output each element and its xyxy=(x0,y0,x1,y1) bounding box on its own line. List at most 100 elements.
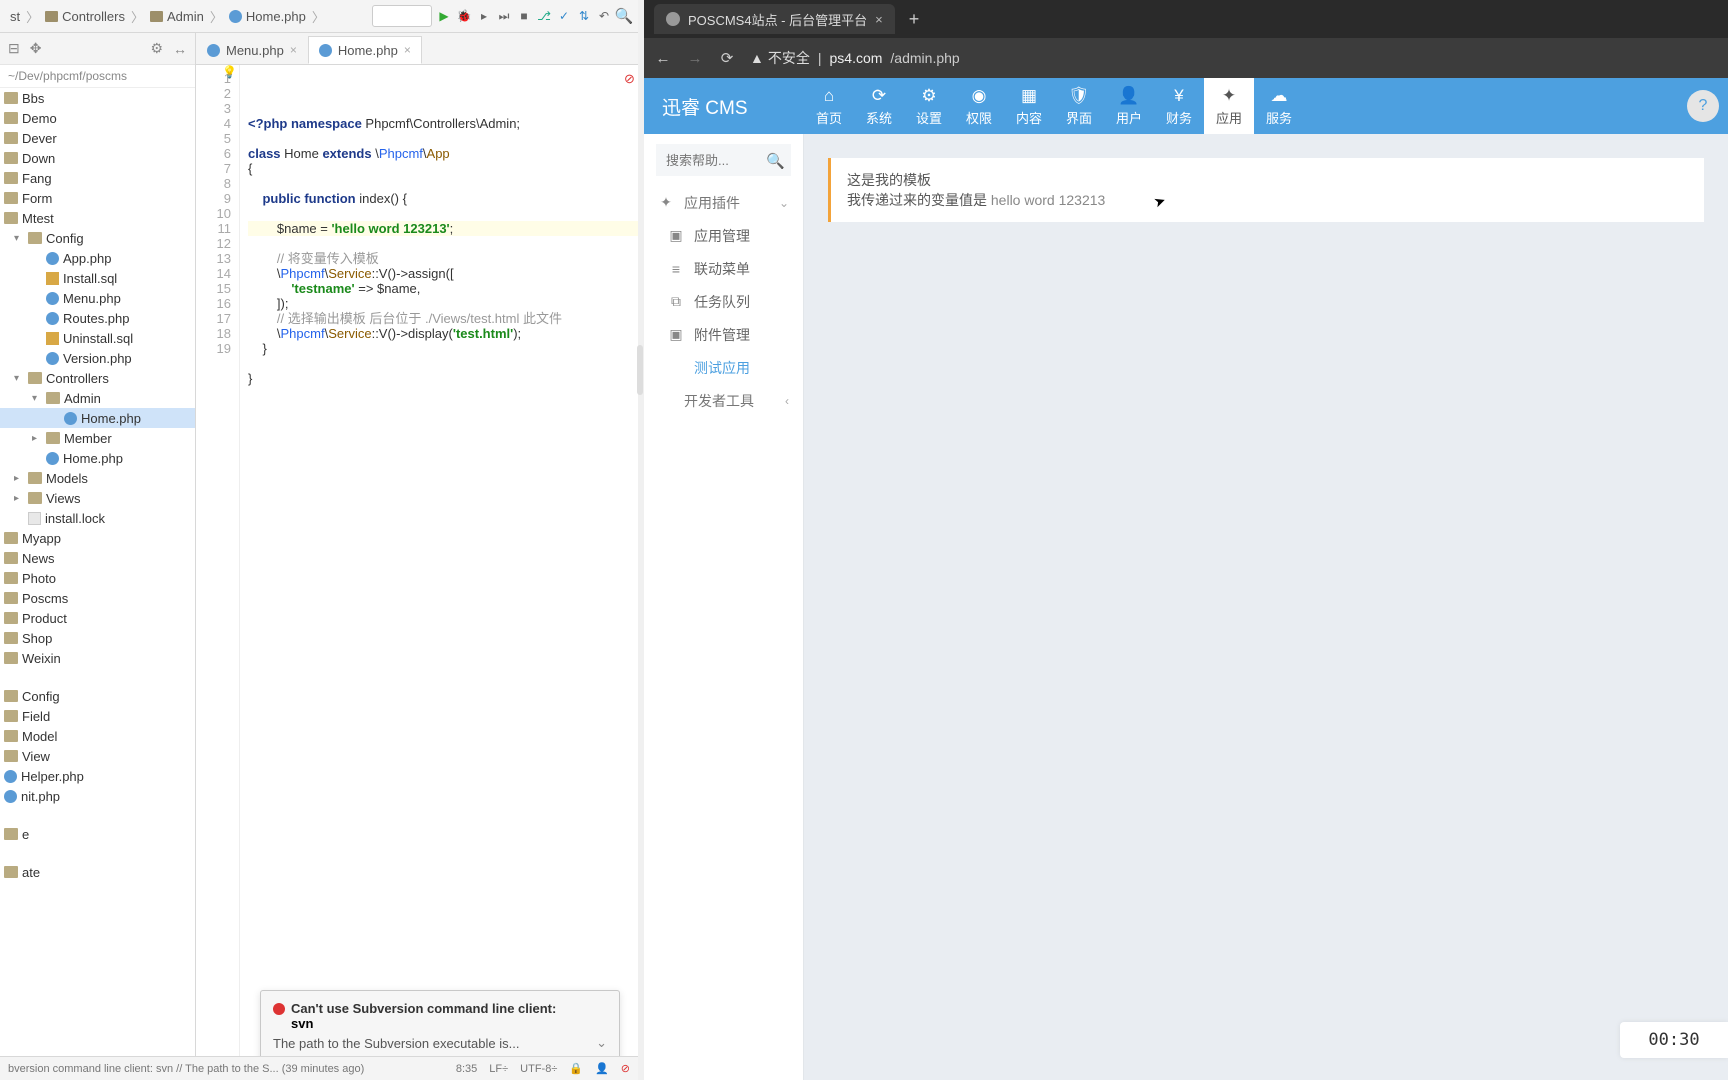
encoding[interactable]: UTF-8÷ xyxy=(520,1063,557,1075)
tree-folder[interactable]: Poscms xyxy=(0,588,195,608)
top-menu-item[interactable]: ⟳系统 xyxy=(854,78,904,134)
tree-file[interactable]: Home.php xyxy=(0,408,195,428)
tree-folder[interactable]: ▾Admin xyxy=(0,388,195,408)
coverage-icon[interactable]: ▸ xyxy=(476,8,492,24)
tree-folder[interactable]: Product xyxy=(0,608,195,628)
breadcrumb-item[interactable]: Home.php xyxy=(225,9,310,24)
collapse-icon[interactable]: ⊟ xyxy=(8,40,20,57)
undo-icon[interactable]: ↶ xyxy=(596,8,612,24)
tree-file[interactable]: Version.php xyxy=(0,348,195,368)
code-content[interactable]: ⊘ <?php namespace Phpcmf\Controllers\Adm… xyxy=(240,65,638,1056)
tree-folder[interactable]: Shop xyxy=(0,628,195,648)
top-menu-item[interactable]: ◉权限 xyxy=(954,78,1004,134)
split-handle[interactable] xyxy=(636,110,644,630)
lock-icon[interactable]: 🔒 xyxy=(569,1062,583,1075)
tree-folder[interactable]: Model xyxy=(0,726,195,746)
tree-folder[interactable]: Mtest xyxy=(0,208,195,228)
cursor-position[interactable]: 8:35 xyxy=(456,1063,477,1075)
close-icon[interactable]: × xyxy=(404,43,411,57)
tree-file[interactable]: install.lock xyxy=(0,508,195,528)
tree-folder[interactable]: Myapp xyxy=(0,528,195,548)
close-icon[interactable]: × xyxy=(290,43,297,57)
update-icon[interactable]: ✓ xyxy=(556,8,572,24)
tree-file[interactable]: Routes.php xyxy=(0,308,195,328)
new-tab-button[interactable]: + xyxy=(901,9,928,30)
tree-folder[interactable]: ate xyxy=(0,862,195,882)
sidebar-item[interactable]: ▣附件管理 xyxy=(644,318,803,351)
tree-folder[interactable]: e xyxy=(0,824,195,844)
reload-button[interactable]: ⟳ xyxy=(718,49,736,67)
tree-file[interactable]: Home.php xyxy=(0,448,195,468)
close-icon[interactable]: × xyxy=(875,12,883,27)
diff-icon[interactable]: ⇅ xyxy=(576,8,592,24)
tree-file[interactable]: Helper.php xyxy=(0,766,195,786)
vcs-icon[interactable]: ⎇ xyxy=(536,8,552,24)
breadcrumb-item[interactable]: Admin xyxy=(146,9,208,24)
tree-file[interactable]: Menu.php xyxy=(0,288,195,308)
tree-folder[interactable]: ▸Member xyxy=(0,428,195,448)
tree-folder[interactable]: Down xyxy=(0,148,195,168)
tree-file[interactable]: nit.php xyxy=(0,786,195,806)
tree-folder[interactable]: Bbs xyxy=(0,88,195,108)
editor-tab[interactable]: Menu.php × xyxy=(196,36,308,64)
error-indicator-icon[interactable]: ⊘ xyxy=(624,71,634,81)
top-menu-item[interactable]: 👤用户 xyxy=(1104,78,1154,134)
top-menu-item[interactable]: ¥财务 xyxy=(1154,78,1204,134)
top-menu-item[interactable]: ☁服务 xyxy=(1254,78,1304,134)
top-menu-item[interactable]: ✦应用 xyxy=(1204,78,1254,134)
run-icon[interactable]: ▶ xyxy=(436,8,452,24)
top-menu-item[interactable]: 🛡界面 xyxy=(1054,78,1104,134)
tree-folder[interactable]: Field xyxy=(0,706,195,726)
tree-file[interactable]: App.php xyxy=(0,248,195,268)
tree-folder[interactable]: ▾Controllers xyxy=(0,368,195,388)
tree-folder[interactable]: Photo xyxy=(0,568,195,588)
search-icon[interactable]: 🔍 xyxy=(766,152,785,170)
svn-warning-popup[interactable]: Can't use Subversion command line client… xyxy=(260,990,620,1062)
run-config-select[interactable] xyxy=(372,5,432,27)
code-area[interactable]: 12345678910111213141516171819 ⊘ <?php na… xyxy=(196,65,638,1056)
tree-folder[interactable]: View xyxy=(0,746,195,766)
stop-icon[interactable]: ■ xyxy=(516,8,532,24)
sidebar-item[interactable]: ≡联动菜单 xyxy=(644,252,803,285)
sidebar-section[interactable]: 开发者工具‹ xyxy=(644,384,803,417)
tree-folder[interactable]: ▾Config xyxy=(0,228,195,248)
tree-folder[interactable]: Fang xyxy=(0,168,195,188)
editor-tab[interactable]: Home.php × xyxy=(308,36,422,64)
intention-bulb-icon[interactable]: 💡 xyxy=(222,65,237,80)
chevron-down-icon[interactable]: ⌄ xyxy=(596,1035,607,1051)
tree-folder[interactable]: ▸Models xyxy=(0,468,195,488)
tree-folder[interactable]: Config xyxy=(0,686,195,706)
forward-button[interactable]: → xyxy=(686,50,704,67)
top-menu-item[interactable]: ⚙设置 xyxy=(904,78,954,134)
search-icon[interactable]: 🔍 xyxy=(616,8,632,24)
inspector-icon[interactable]: 👤 xyxy=(595,1062,609,1075)
hide-icon[interactable]: ↔ xyxy=(173,41,187,57)
sidebar-section[interactable]: ✦应用插件⌄ xyxy=(644,186,803,219)
user-menu[interactable]: ? xyxy=(1678,78,1728,134)
project-tree-list[interactable]: BbsDemoDeverDownFangFormMtest▾ConfigApp.… xyxy=(0,88,195,1056)
breadcrumb-item[interactable]: Controllers xyxy=(41,9,129,24)
error-count-icon[interactable]: ⊘ xyxy=(621,1062,630,1075)
sidebar-item[interactable]: ▣应用管理 xyxy=(644,219,803,252)
back-button[interactable]: ← xyxy=(654,50,672,67)
tree-file[interactable]: Uninstall.sql xyxy=(0,328,195,348)
tree-folder[interactable]: Weixin xyxy=(0,648,195,668)
line-ending[interactable]: LF÷ xyxy=(489,1063,508,1075)
cms-brand[interactable]: 迅睿 CMS xyxy=(644,78,804,134)
top-menu-item[interactable]: ▦内容 xyxy=(1004,78,1054,134)
browser-tab[interactable]: POSCMS4站点 - 后台管理平台 × xyxy=(654,4,895,34)
breadcrumb-item[interactable]: st xyxy=(6,9,24,24)
tree-folder[interactable]: Form xyxy=(0,188,195,208)
gear-icon[interactable]: ⚙ xyxy=(150,40,163,57)
debug-icon[interactable]: 🐞 xyxy=(456,8,472,24)
sidebar-item[interactable]: 测试应用 xyxy=(644,351,803,384)
target-icon[interactable]: ✥ xyxy=(30,40,42,57)
skip-icon[interactable]: ⏭ xyxy=(496,8,512,24)
url-field[interactable]: ▲不安全 | ps4.com/admin.php xyxy=(750,48,960,68)
sidebar-item[interactable]: ⧉任务队列 xyxy=(644,285,803,318)
top-menu-item[interactable]: ⌂首页 xyxy=(804,78,854,134)
tree-folder[interactable]: ▸Views xyxy=(0,488,195,508)
tree-folder[interactable]: Demo xyxy=(0,108,195,128)
tree-folder[interactable]: News xyxy=(0,548,195,568)
tree-folder[interactable]: Dever xyxy=(0,128,195,148)
